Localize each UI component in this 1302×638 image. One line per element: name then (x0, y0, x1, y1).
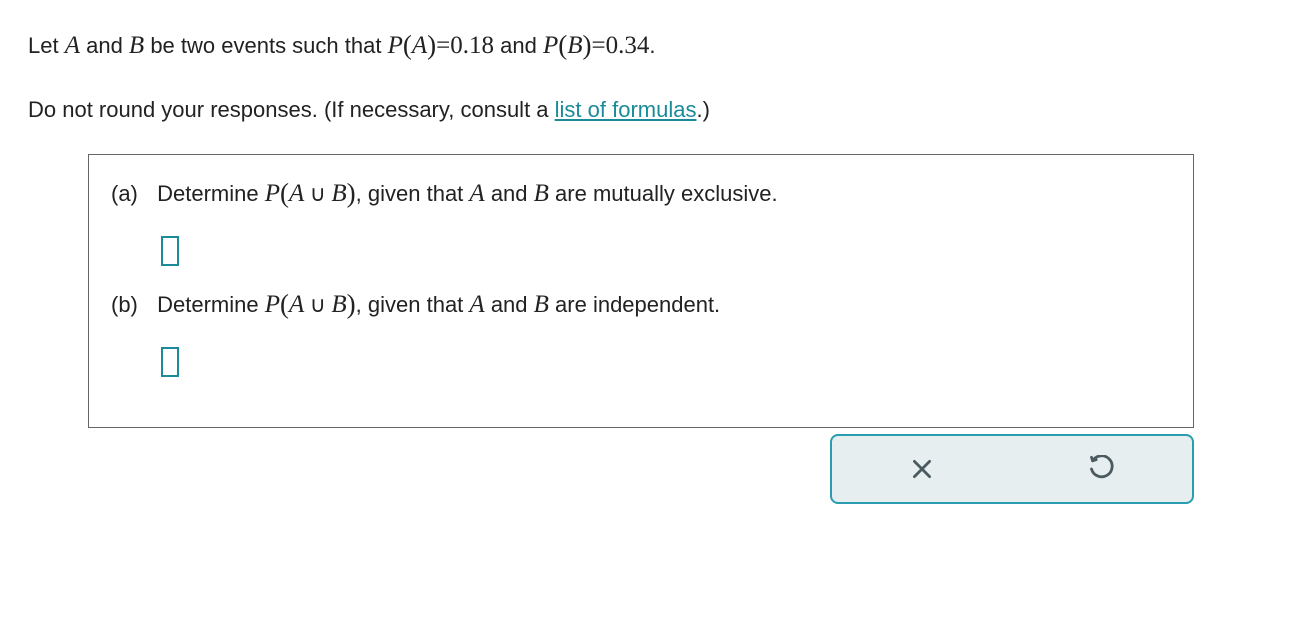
x-icon (909, 456, 935, 482)
var-B: B (331, 180, 346, 207)
part-a-prompt: (a) Determine P(A ∪ B), given that A and… (111, 177, 1171, 208)
var-B: B (534, 180, 549, 207)
text: .) (696, 97, 709, 122)
answer-input-a[interactable] (161, 236, 179, 266)
answer-input-b[interactable] (161, 347, 179, 377)
intro-line: Let A and B be two events such that P(A)… (28, 24, 1274, 65)
part-label: (a) (111, 181, 151, 207)
text: are independent. (549, 292, 720, 317)
var-B: B (567, 32, 582, 59)
var-P: P (265, 180, 280, 207)
rparen: ) (427, 30, 436, 60)
part-b-prompt: (b) Determine P(A ∪ B), given that A and… (111, 288, 1171, 319)
question-box: (a) Determine P(A ∪ B), given that A and… (88, 154, 1194, 428)
formulas-link[interactable]: list of formulas (555, 97, 697, 122)
text: Let (28, 33, 65, 58)
var-P: P (388, 32, 403, 59)
var-A: A (65, 32, 80, 59)
text: Determine (157, 181, 265, 206)
text: and (485, 292, 534, 317)
instruction-line: Do not round your responses. (If necessa… (28, 93, 1274, 126)
value: 0.34 (606, 32, 650, 59)
var-B: B (331, 291, 346, 318)
rparen: ) (347, 289, 356, 319)
clear-button[interactable] (902, 449, 942, 489)
text: and (80, 33, 129, 58)
undo-icon (1088, 455, 1116, 483)
rparen: ) (583, 30, 592, 60)
var-A: A (412, 32, 427, 59)
lparen: ( (280, 289, 289, 319)
text: , given that (356, 181, 470, 206)
var-B: B (129, 32, 144, 59)
value: 0.18 (450, 32, 494, 59)
text: and (494, 33, 543, 58)
equals: = (436, 32, 450, 59)
union-symbol: ∪ (304, 292, 331, 317)
var-A: A (289, 180, 304, 207)
text: , given that (356, 292, 470, 317)
text: Do not round your responses. (If necessa… (28, 97, 555, 122)
var-P: P (265, 291, 280, 318)
reset-button[interactable] (1082, 449, 1122, 489)
text: are mutually exclusive. (549, 181, 778, 206)
text: Determine (157, 292, 265, 317)
lparen: ( (280, 178, 289, 208)
equals: = (592, 32, 606, 59)
text: . (649, 33, 655, 58)
lparen: ( (558, 30, 567, 60)
rparen: ) (347, 178, 356, 208)
var-P: P (543, 32, 558, 59)
part-label: (b) (111, 292, 151, 318)
part-a-answer-row (111, 218, 1171, 288)
action-panel (88, 434, 1194, 504)
part-b-answer-row (111, 329, 1171, 399)
var-A: A (469, 291, 484, 318)
var-A: A (289, 291, 304, 318)
var-B: B (534, 291, 549, 318)
union-symbol: ∪ (304, 181, 331, 206)
action-box (830, 434, 1194, 504)
text: and (485, 181, 534, 206)
text: be two events such that (144, 33, 387, 58)
lparen: ( (403, 30, 412, 60)
var-A: A (469, 180, 484, 207)
